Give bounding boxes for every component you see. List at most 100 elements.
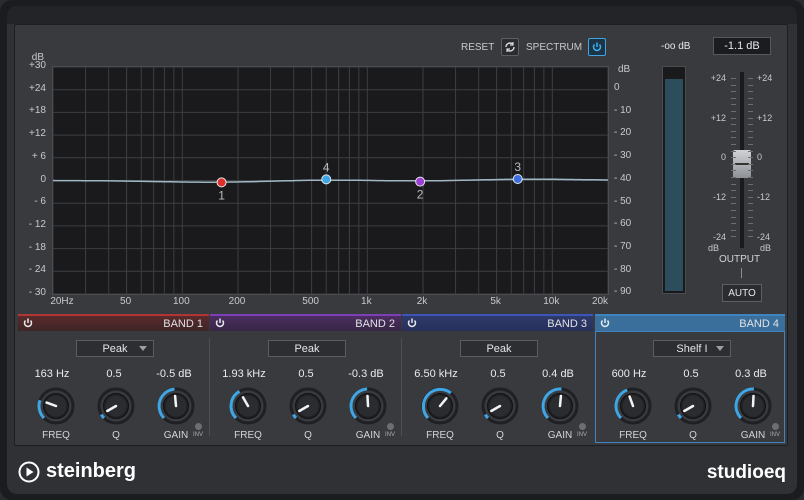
output-scale-left: -24 bbox=[712, 232, 726, 242]
fader-tick bbox=[731, 91, 736, 93]
band-2-q-knob[interactable] bbox=[288, 386, 328, 426]
band-1-q-label: Q bbox=[112, 430, 120, 441]
power-icon[interactable] bbox=[22, 317, 34, 329]
band-4-q-knob[interactable] bbox=[673, 386, 713, 426]
right-tick-label: - 70 bbox=[614, 240, 632, 252]
left-tick-label: +30 bbox=[29, 60, 46, 71]
band-2-q-value[interactable]: 0.5 bbox=[276, 368, 336, 380]
band-1-freq-knob[interactable] bbox=[36, 386, 76, 426]
fader-tick bbox=[731, 183, 736, 185]
x-tick-label: 500 bbox=[302, 296, 319, 307]
fader-tick bbox=[748, 163, 753, 165]
band-4-gain-value[interactable]: 0.3 dB bbox=[721, 368, 781, 380]
band-name: BAND 1 bbox=[163, 318, 203, 330]
band-4-freq-knob[interactable] bbox=[613, 386, 653, 426]
band-1-filter-type[interactable]: Peak bbox=[76, 340, 154, 357]
band-4-invert-toggle[interactable] bbox=[772, 423, 779, 430]
band-point-label: 3 bbox=[514, 160, 521, 174]
band-2-invert-toggle[interactable] bbox=[387, 423, 394, 430]
band-4-filter-type[interactable]: Shelf I bbox=[653, 340, 731, 357]
band-1-header[interactable]: BAND 1 bbox=[18, 314, 209, 331]
left-tick-label: - 12 bbox=[28, 218, 46, 230]
band-point-4[interactable] bbox=[321, 174, 332, 185]
fader-tick bbox=[748, 203, 753, 205]
fader-tick bbox=[731, 111, 736, 112]
spectrum-power-button[interactable] bbox=[588, 38, 606, 56]
x-tick-label: 20Hz bbox=[50, 296, 74, 307]
fader-tick bbox=[748, 111, 753, 112]
eq-graph[interactable]: 1 2 3 4 bbox=[52, 66, 609, 295]
fader-tick bbox=[748, 97, 753, 99]
output-scale-left: -12 bbox=[712, 192, 726, 202]
band-1-freq-label: FREQ bbox=[42, 430, 70, 441]
right-tick-label: - 60 bbox=[614, 218, 632, 230]
band-3-q-value[interactable]: 0.5 bbox=[468, 368, 528, 380]
fader-tick bbox=[731, 190, 736, 192]
power-icon[interactable] bbox=[599, 317, 611, 329]
band-1-invert-toggle[interactable] bbox=[195, 423, 202, 430]
band-2-gain-value[interactable]: -0.3 dB bbox=[336, 368, 396, 380]
band-3-header[interactable]: BAND 3 bbox=[402, 314, 593, 331]
eq-graph-svg: 1 2 3 4 bbox=[53, 67, 608, 294]
filter-type-value: Peak bbox=[102, 342, 128, 355]
left-tick-label: +12 bbox=[29, 128, 46, 140]
fader-tick bbox=[731, 223, 736, 225]
fader-tick bbox=[731, 229, 736, 231]
band-3-filter-type[interactable]: Peak bbox=[460, 340, 538, 357]
band-point-1[interactable] bbox=[216, 177, 227, 188]
fader-tick bbox=[731, 78, 736, 79]
band-4-gain-knob[interactable] bbox=[733, 386, 773, 426]
band-4-header[interactable]: BAND 4 bbox=[595, 314, 785, 331]
band-4-q-value[interactable]: 0.5 bbox=[661, 368, 721, 380]
reset-button[interactable] bbox=[501, 38, 519, 56]
output-unit-right: dB bbox=[760, 243, 772, 253]
band-point-2[interactable] bbox=[415, 176, 426, 187]
band-1-q-knob[interactable] bbox=[96, 386, 136, 426]
band-point-3[interactable] bbox=[512, 173, 523, 184]
band-4-freq-value[interactable]: 600 Hz bbox=[599, 368, 659, 380]
output-unit-left: dB bbox=[708, 243, 720, 253]
band-1-gain-knob[interactable] bbox=[156, 386, 196, 426]
chevron-down-icon bbox=[716, 346, 724, 351]
meter-peak-readout: -oo dB bbox=[661, 41, 691, 52]
band-3-freq-value[interactable]: 6.50 kHz bbox=[406, 368, 466, 380]
band-3-invert-toggle[interactable] bbox=[579, 423, 586, 430]
band-3-gain-value[interactable]: 0.4 dB bbox=[528, 368, 588, 380]
power-icon[interactable] bbox=[214, 317, 226, 329]
power-icon[interactable] bbox=[406, 317, 418, 329]
output-scale-left: 0 bbox=[720, 152, 726, 162]
band-2-gain-label: GAIN bbox=[355, 430, 381, 441]
fader-tick bbox=[748, 190, 753, 192]
left-tick-label: +18 bbox=[29, 105, 46, 117]
left-tick-label: - 6 bbox=[34, 196, 46, 208]
fader-tick bbox=[731, 124, 736, 126]
band-3-gain-label: GAIN bbox=[547, 430, 573, 441]
band-2-header[interactable]: BAND 2 bbox=[210, 314, 401, 331]
left-tick-label: - 18 bbox=[28, 241, 46, 253]
x-tick-label: 50 bbox=[120, 296, 132, 307]
fader-tick bbox=[731, 104, 736, 106]
band-3-gain-knob[interactable] bbox=[540, 386, 580, 426]
band-point-label: 4 bbox=[323, 160, 330, 174]
right-tick-label: - 10 bbox=[614, 104, 632, 116]
band-3-q-knob[interactable] bbox=[480, 386, 520, 426]
fader-tick bbox=[748, 124, 753, 126]
fader-tick bbox=[748, 196, 753, 198]
band-3-freq-knob[interactable] bbox=[420, 386, 460, 426]
band-1-gain-value[interactable]: -0.5 dB bbox=[144, 368, 204, 380]
band-2-freq-value[interactable]: 1.93 kHz bbox=[214, 368, 274, 380]
band-1-q-value[interactable]: 0.5 bbox=[84, 368, 144, 380]
band-2-filter-type[interactable]: Peak bbox=[268, 340, 346, 357]
right-tick-label: 0 bbox=[614, 82, 620, 93]
fader-tick bbox=[748, 170, 753, 172]
band-2-freq-knob[interactable] bbox=[228, 386, 268, 426]
output-scale-right: +12 bbox=[757, 113, 773, 123]
fader-tick bbox=[731, 97, 736, 99]
band-1-freq-value[interactable]: 163 Hz bbox=[22, 368, 82, 380]
x-tick-label: 1k bbox=[361, 296, 372, 307]
x-tick-label: 100 bbox=[172, 296, 190, 307]
band-2-gain-knob[interactable] bbox=[348, 386, 388, 426]
output-gain-field[interactable]: -1.1 dB bbox=[713, 37, 771, 55]
fader-handle-line bbox=[735, 163, 749, 165]
auto-button[interactable]: AUTO bbox=[722, 284, 762, 302]
